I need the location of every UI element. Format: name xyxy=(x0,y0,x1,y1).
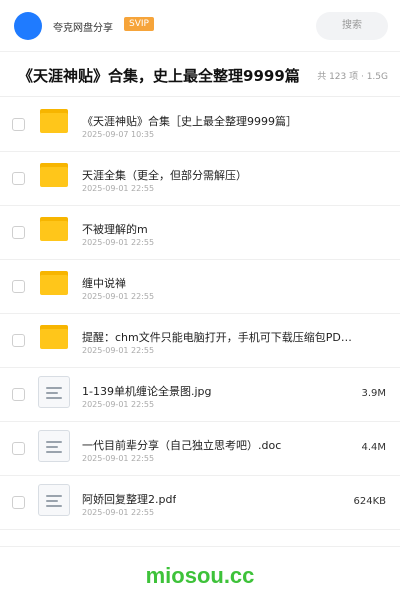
folder-icon xyxy=(40,271,68,295)
watermark: miosou.cc xyxy=(145,563,255,588)
row-checkbox[interactable] xyxy=(12,226,25,239)
file-date: 2025-09-07 10:35 xyxy=(82,130,155,139)
file-row[interactable]: 提醒：chm文件只能电脑打开，手机可下载压缩包PD… 2025-09-01 22:… xyxy=(0,314,400,368)
page-title: 《天涯神贴》合集，史上最全整理9999篇 xyxy=(18,67,300,85)
file-row[interactable]: 缠中说禅 2025-09-01 22:55 xyxy=(0,260,400,314)
row-checkbox[interactable] xyxy=(12,118,25,131)
row-checkbox[interactable] xyxy=(12,334,25,347)
svip-badge: SVIP xyxy=(124,17,154,31)
folder-icon xyxy=(40,217,68,241)
search-input[interactable]: 搜索 xyxy=(316,12,388,40)
share-title-bar: 《天涯神贴》合集，史上最全整理9999篇 共 123 项 · 1.5G xyxy=(0,53,400,97)
file-row[interactable]: 一代目前辈分享（自己独立思考吧）.doc 2025-09-01 22:55 4.4M xyxy=(0,422,400,476)
file-row[interactable]: 阿娇回复整理2.pdf 2025-09-01 22:55 624KB xyxy=(0,476,400,530)
row-checkbox[interactable] xyxy=(12,496,25,509)
row-checkbox[interactable] xyxy=(12,442,25,455)
folder-icon xyxy=(40,163,68,187)
share-meta: 共 123 项 · 1.5G xyxy=(317,72,388,82)
file-name[interactable]: 缠中说禅 xyxy=(82,275,126,291)
file-size: 624KB xyxy=(353,496,386,507)
row-checkbox[interactable] xyxy=(12,388,25,401)
file-row[interactable]: 不被理解的m 2025-09-01 22:55 xyxy=(0,206,400,260)
row-checkbox[interactable] xyxy=(12,280,25,293)
row-checkbox[interactable] xyxy=(12,172,25,185)
file-name[interactable]: 天涯全集（更全，但部分需解压） xyxy=(82,167,247,183)
folder-icon xyxy=(40,109,68,133)
file-row[interactable]: 《天涯神贴》合集［史上最全整理9999篇］ 2025-09-07 10:35 xyxy=(0,98,400,152)
file-name[interactable]: 《天涯神贴》合集［史上最全整理9999篇］ xyxy=(82,113,297,129)
file-date: 2025-09-01 22:55 xyxy=(82,292,155,301)
file-date: 2025-09-01 22:55 xyxy=(82,238,155,247)
brand-name: 夸克网盘分享 xyxy=(53,23,113,34)
file-list: 《天涯神贴》合集［史上最全整理9999篇］ 2025-09-07 10:35 天涯全… xyxy=(0,98,400,530)
file-name[interactable]: 不被理解的m xyxy=(82,221,148,237)
file-name[interactable]: 1-139单机缠论全景图.jpg xyxy=(82,383,211,399)
folder-icon xyxy=(40,325,68,349)
document-icon xyxy=(38,484,70,516)
document-icon xyxy=(38,376,70,408)
divider xyxy=(0,546,400,547)
file-size: 3.9M xyxy=(361,388,386,399)
file-name[interactable]: 阿娇回复整理2.pdf xyxy=(82,491,176,507)
file-name[interactable]: 提醒：chm文件只能电脑打开，手机可下载压缩包PD… xyxy=(82,329,352,345)
avatar[interactable] xyxy=(14,12,42,40)
file-date: 2025-09-01 22:55 xyxy=(82,400,155,409)
file-date: 2025-09-01 22:55 xyxy=(82,454,155,463)
file-row[interactable]: 天涯全集（更全，但部分需解压） 2025-09-01 22:55 xyxy=(0,152,400,206)
file-size: 4.4M xyxy=(361,442,386,453)
document-icon xyxy=(38,430,70,462)
file-date: 2025-09-01 22:55 xyxy=(82,346,155,355)
file-name[interactable]: 一代目前辈分享（自己独立思考吧）.doc xyxy=(82,437,281,453)
file-row[interactable]: 1-139单机缠论全景图.jpg 2025-09-01 22:55 3.9M xyxy=(0,368,400,422)
file-date: 2025-09-01 22:55 xyxy=(82,508,155,517)
file-date: 2025-09-01 22:55 xyxy=(82,184,155,193)
top-bar: 夸克网盘分享 SVIP 搜索 xyxy=(0,0,400,52)
